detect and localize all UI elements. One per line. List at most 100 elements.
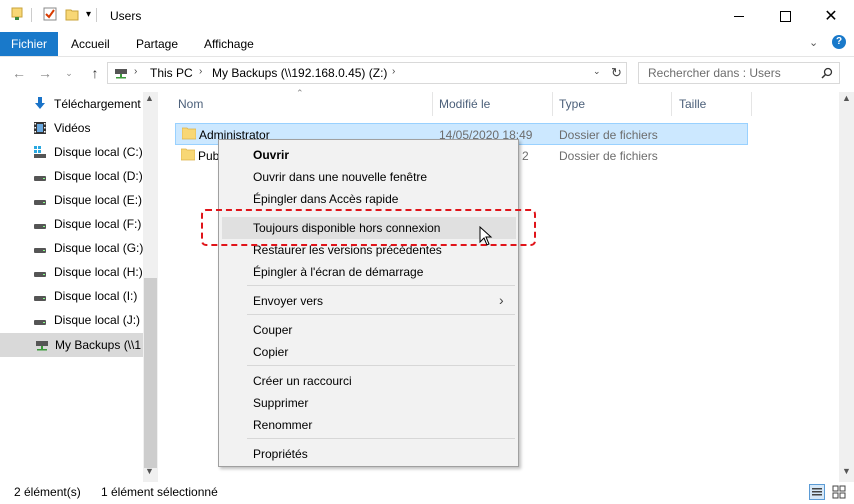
nav-item-disk-f[interactable]: Disque local (F:) xyxy=(0,212,143,236)
refresh-icon[interactable]: ↻ xyxy=(611,65,622,81)
status-selected-count: 1 élément sélectionné xyxy=(101,485,218,499)
nav-item-label: Disque local (H:) xyxy=(54,265,143,279)
qa-dropdown-icon[interactable]: ▾ xyxy=(86,9,91,20)
nav-item-label: Téléchargement xyxy=(54,97,141,111)
nav-item-disk-e[interactable]: Disque local (E:) xyxy=(0,188,143,212)
help-icon[interactable]: ? xyxy=(832,35,846,49)
nav-item-label: Disque local (C:) xyxy=(54,145,143,159)
menu-item-properties[interactable]: Propriétés xyxy=(219,443,518,465)
large-icons-view-button[interactable] xyxy=(831,484,847,500)
nav-item-label: Disque local (G:) xyxy=(54,241,143,255)
search-icon[interactable] xyxy=(821,67,833,79)
column-header-type[interactable]: Type xyxy=(559,92,585,116)
nav-item-disk-d[interactable]: Disque local (D:) xyxy=(0,164,143,188)
tab-partage[interactable]: Partage xyxy=(136,32,178,56)
qa-divider-2 xyxy=(96,8,97,22)
nav-item-disk-c[interactable]: Disque local (C:) xyxy=(0,140,143,164)
maximize-button[interactable] xyxy=(762,0,808,32)
back-button[interactable]: ← xyxy=(8,62,30,84)
column-header-modified[interactable]: Modifié le xyxy=(439,92,490,116)
scroll-down-icon[interactable]: ▼ xyxy=(145,466,154,476)
column-header-size[interactable]: Taille xyxy=(679,92,706,116)
address-dropdown-icon[interactable]: ⌄ xyxy=(593,66,601,77)
search-box[interactable]: Rechercher dans : Users xyxy=(638,62,840,84)
new-folder-icon[interactable] xyxy=(65,7,79,21)
menu-item-label: Ouvrir dans une nouvelle fenêtre xyxy=(253,170,428,184)
drive-icon xyxy=(34,272,46,277)
context-menu: Ouvrir Ouvrir dans une nouvelle fenêtre … xyxy=(218,139,519,467)
menu-item-label: Ouvrir xyxy=(253,148,290,162)
nav-item-disk-h[interactable]: Disque local (H:) xyxy=(0,260,143,284)
scroll-down-icon[interactable]: ▼ xyxy=(842,466,851,476)
recent-dropdown[interactable]: ⌄ xyxy=(58,62,80,84)
up-button[interactable]: ↑ xyxy=(84,62,106,84)
drive-icon xyxy=(34,296,46,301)
scroll-up-icon[interactable]: ▲ xyxy=(842,93,851,103)
status-item-count: 2 élément(s) xyxy=(14,485,81,499)
breadcrumb-chevron-icon: › xyxy=(134,66,138,77)
nav-item-label: Vidéos xyxy=(54,121,91,135)
minimize-icon xyxy=(734,15,744,17)
scroll-up-icon[interactable]: ▲ xyxy=(145,93,154,103)
folder-icon xyxy=(181,148,195,161)
minimize-button[interactable] xyxy=(716,0,762,32)
main-scrollbar[interactable]: ▲ ▼ xyxy=(839,92,854,482)
menu-item-copy[interactable]: Copier xyxy=(219,341,518,363)
menu-separator xyxy=(247,314,515,315)
menu-item-rename[interactable]: Renommer xyxy=(219,414,518,436)
checkmark-icon[interactable] xyxy=(43,7,57,21)
nav-scrollbar[interactable]: ▲ ▼ xyxy=(143,92,158,482)
tab-affichage[interactable]: Affichage xyxy=(204,32,254,56)
nav-item-disk-g[interactable]: Disque local (G:) xyxy=(0,236,143,260)
menu-item-pin-quick-access[interactable]: Épingler dans Accès rapide xyxy=(219,188,518,210)
menu-item-label: Épingler à l'écran de démarrage xyxy=(253,265,424,279)
drive-icon xyxy=(34,248,46,253)
nav-item-disk-j[interactable]: Disque local (J:) xyxy=(0,308,143,332)
drive-icon xyxy=(34,200,46,205)
breadcrumb-my-backups[interactable]: My Backups (\\192.168.0.45) (Z:) xyxy=(212,66,387,80)
menu-item-send-to[interactable]: Envoyer vers › xyxy=(219,290,518,312)
details-view-button[interactable] xyxy=(809,484,825,500)
nav-item-label: My Backups (\\1 xyxy=(55,338,142,352)
menu-item-create-shortcut[interactable]: Créer un raccourci xyxy=(219,370,518,392)
nav-item-label: Disque local (E:) xyxy=(54,193,143,207)
ribbon-expand-icon[interactable]: ⌄ xyxy=(809,36,818,49)
scroll-thumb[interactable] xyxy=(144,278,157,468)
tab-fichier[interactable]: Fichier xyxy=(0,32,58,56)
column-separator[interactable] xyxy=(432,92,433,116)
nav-item-telechargement[interactable]: Téléchargement xyxy=(0,92,143,116)
close-icon: ✕ xyxy=(824,8,838,25)
column-separator[interactable] xyxy=(751,92,752,116)
menu-item-cut[interactable]: Couper xyxy=(219,319,518,341)
menu-separator xyxy=(247,365,515,366)
menu-item-open[interactable]: Ouvrir xyxy=(219,144,518,166)
tab-accueil[interactable]: Accueil xyxy=(71,32,110,56)
nav-item-my-backups[interactable]: My Backups (\\1 xyxy=(0,333,143,357)
window-title: Users xyxy=(110,9,142,23)
close-button[interactable]: ✕ xyxy=(808,0,854,32)
menu-item-pin-start[interactable]: Épingler à l'écran de démarrage xyxy=(219,261,518,283)
cursor-icon xyxy=(479,226,493,246)
breadcrumb-this-pc[interactable]: This PC xyxy=(150,66,193,80)
network-drive-icon xyxy=(36,341,48,351)
address-bar[interactable]: › This PC › My Backups (\\192.168.0.45) … xyxy=(107,62,627,84)
file-type: Dossier de fichiers xyxy=(559,149,658,163)
search-placeholder: Rechercher dans : Users xyxy=(648,66,781,80)
menu-separator xyxy=(247,438,515,439)
menu-item-label: Copier xyxy=(253,345,289,359)
nav-item-disk-i[interactable]: Disque local (I:) xyxy=(0,284,143,308)
column-header-name[interactable]: Nom xyxy=(178,92,203,116)
properties-icon[interactable] xyxy=(10,7,24,21)
nav-item-videos[interactable]: Vidéos xyxy=(0,116,143,140)
menu-item-open-new-window[interactable]: Ouvrir dans une nouvelle fenêtre xyxy=(219,166,518,188)
breadcrumb-chevron-icon: › xyxy=(392,66,396,77)
forward-button[interactable]: → xyxy=(34,62,56,84)
maximize-icon xyxy=(779,10,791,22)
column-separator[interactable] xyxy=(552,92,553,116)
arrow-up-icon: ↑ xyxy=(91,65,99,81)
qa-divider xyxy=(31,8,32,22)
column-separator[interactable] xyxy=(671,92,672,116)
file-name: Pub xyxy=(198,149,220,163)
menu-item-delete[interactable]: Supprimer xyxy=(219,392,518,414)
menu-separator xyxy=(247,285,515,286)
